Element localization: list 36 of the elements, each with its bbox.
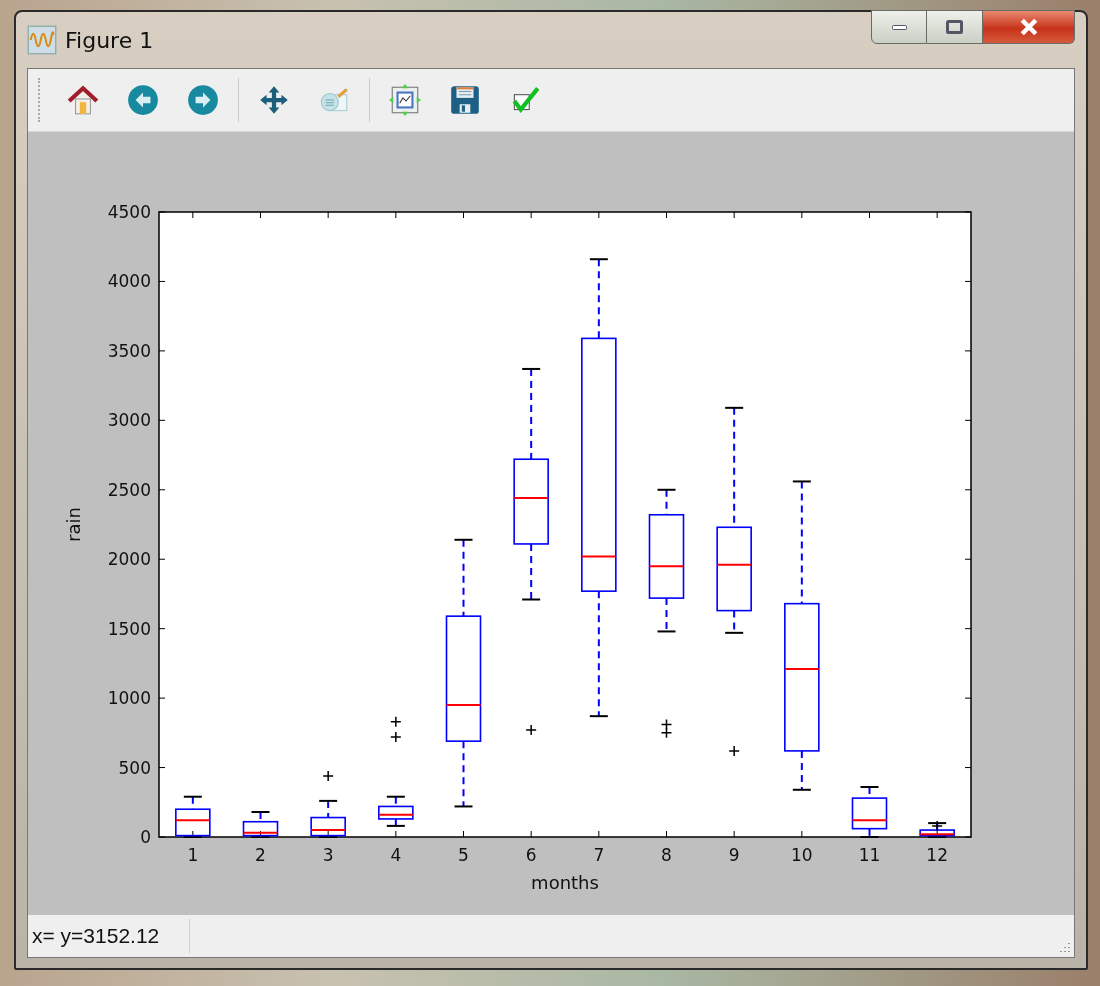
resize-grip-icon bbox=[1060, 942, 1070, 953]
x-tick-label: 2 bbox=[255, 845, 266, 865]
house-icon bbox=[66, 83, 100, 117]
minimize-button[interactable] bbox=[871, 10, 927, 44]
y-tick-label: 4000 bbox=[107, 271, 151, 292]
cursor-coordinates: x= y=3152.12 bbox=[32, 924, 160, 948]
x-tick-label: 7 bbox=[593, 845, 605, 865]
maximize-icon bbox=[946, 20, 963, 34]
y-tick-label: 3500 bbox=[107, 340, 151, 361]
x-tick-label: 4 bbox=[390, 845, 402, 865]
x-tick-label: 3 bbox=[322, 845, 334, 865]
y-tick-label: 2000 bbox=[107, 549, 151, 570]
y-axis-label: rain bbox=[63, 507, 84, 542]
close-icon bbox=[1019, 18, 1038, 36]
x-tick-label: 8 bbox=[661, 845, 672, 865]
x-tick-label: 11 bbox=[858, 845, 881, 865]
y-tick-label: 0 bbox=[140, 827, 151, 847]
x-tick-label: 5 bbox=[458, 845, 469, 865]
minimize-icon bbox=[891, 24, 907, 30]
close-button[interactable] bbox=[983, 10, 1075, 44]
x-tick-label: 12 bbox=[926, 845, 948, 865]
y-tick-label: 1000 bbox=[107, 688, 151, 709]
x-axis-label: months bbox=[531, 872, 599, 893]
x-tick-label: 6 bbox=[525, 845, 537, 865]
y-tick-label: 2500 bbox=[107, 479, 151, 500]
y-tick-label: 1500 bbox=[107, 618, 151, 639]
y-tick-label: 4500 bbox=[107, 202, 151, 222]
y-tick-label: 500 bbox=[118, 757, 151, 778]
waveform-icon bbox=[27, 25, 57, 55]
x-tick-label: 9 bbox=[728, 845, 740, 865]
x-tick-label: 10 bbox=[791, 845, 813, 865]
window-title: Figure 1 bbox=[65, 27, 154, 53]
y-tick-label: 3000 bbox=[107, 410, 151, 431]
x-tick-label: 1 bbox=[187, 845, 199, 865]
chart-arrows-icon bbox=[388, 83, 422, 117]
maximize-button[interactable] bbox=[927, 10, 983, 44]
